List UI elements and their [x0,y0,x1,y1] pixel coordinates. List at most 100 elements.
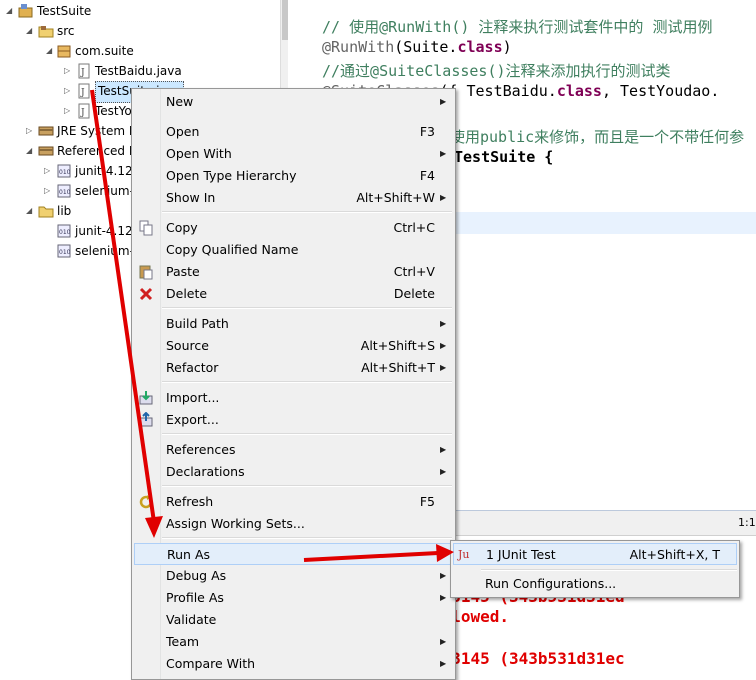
export-icon [138,411,154,428]
submenu-arrow-icon: ▶ [440,193,447,202]
menu-item-debug-as[interactable]: Debug As ▶ [134,565,453,587]
menu-separator [481,569,737,571]
menu-item-open-type-hierarchy[interactable]: Open Type Hierarchy F4 [134,165,453,187]
menu-item-team[interactable]: Team ▶ [134,631,453,653]
tree-expanded-icon[interactable]: ◢ [46,47,54,55]
menu-item-refresh[interactable]: Refresh F5 [134,491,453,513]
run-as-submenu: Ju 1 JUnit Test Alt+Shift+X, T Run Configur… [450,540,740,598]
java-file-icon: J [76,103,92,119]
menu-item-label: Import... [166,390,220,405]
submenu-arrow-icon: ▶ [441,550,448,559]
menu-separator [162,211,452,213]
tree-collapsed-icon[interactable]: ▷ [44,187,52,195]
menu-item-label: Paste [166,264,200,279]
menu-item-run-configurations[interactable]: Run Configurations... [453,573,737,595]
svg-text:J: J [80,88,85,98]
menu-item-label: Run Configurations... [485,576,617,591]
menu-item-validate[interactable]: Validate [134,609,453,631]
menu-item-show-in[interactable]: Show In Alt+Shift+W ▶ [134,187,453,209]
menu-item-copy[interactable]: Copy Ctrl+C [134,217,453,239]
menu-item-shortcut: Alt+Shift+W [356,190,435,205]
submenu-arrow-icon: ▶ [440,319,447,328]
menu-item-junit-test[interactable]: Ju 1 JUnit Test Alt+Shift+X, T [453,543,737,565]
submenu-arrow-icon: ▶ [440,571,447,580]
svg-text:010: 010 [59,169,71,176]
tree-item[interactable]: TestBaidu.java [95,61,182,81]
menu-item-shortcut: Alt+Shift+T [361,360,435,375]
menu-item-shortcut: Alt+Shift+X, T [629,547,720,562]
menu-item-shortcut: Ctrl+C [393,220,435,235]
submenu-arrow-icon: ▶ [440,467,447,476]
menu-item-label: Copy [166,220,198,235]
menu-item-paste[interactable]: Paste Ctrl+V [134,261,453,283]
menu-item-shortcut: F4 [419,168,435,183]
menu-item-assign-working-sets[interactable]: Assign Working Sets... [134,513,453,535]
menu-item-label: Open Type Hierarchy [166,168,297,183]
tree-expanded-icon[interactable]: ◢ [26,207,34,215]
junit-icon: Ju [458,548,470,561]
tree-expanded-icon[interactable]: ◢ [26,27,34,35]
folder-icon [38,203,54,219]
code-comment-line: 使用public来修饰，而且是一个不带任何参 [450,128,745,146]
tree-item[interactable]: TestSuite [37,1,91,21]
code-comment-line: //通过@SuiteClasses()注释来添加执行的测试类 [322,62,671,80]
menu-separator [162,537,452,539]
tree-collapsed-icon[interactable]: ▷ [64,107,72,115]
tree-collapsed-icon[interactable]: ▷ [26,127,34,135]
annotation-text: @RunWith [322,38,395,56]
refresh-icon [138,494,154,510]
menu-item-label: 1 JUnit Test [486,547,556,562]
code-text: (Suite. [394,38,458,56]
menu-separator [162,485,452,487]
menu-item-shortcut: Ctrl+V [393,264,435,279]
svg-text:010: 010 [59,249,71,256]
submenu-arrow-icon: ▶ [440,363,447,372]
tree-collapsed-icon[interactable]: ▷ [64,87,72,95]
context-menu: New ▶ Open F3 Open With ▶ Open Type Hierarchy F… [131,88,456,680]
menu-item-import[interactable]: Import... [134,387,453,409]
menu-item-new[interactable]: New ▶ [134,91,453,113]
tree-item[interactable]: com.suite [75,41,134,61]
menu-item-build-path[interactable]: Build Path ▶ [134,313,453,335]
menu-item-compare-with[interactable]: Compare With ▶ [134,653,453,675]
menu-item-run-as[interactable]: Run As ▶ [134,543,453,565]
java-file-icon: J [76,83,92,99]
tree-collapsed-icon[interactable]: ▷ [44,167,52,175]
menu-item-label: Compare With [166,656,256,671]
svg-text:J: J [80,108,85,118]
menu-separator [162,381,452,383]
tree-expanded-icon[interactable]: ◢ [26,147,34,155]
menu-item-export[interactable]: Export... [134,409,453,431]
menu-item-label: Build Path [166,316,229,331]
menu-item-refactor[interactable]: Refactor Alt+Shift+T ▶ [134,357,453,379]
menu-item-open-with[interactable]: Open With ▶ [134,143,453,165]
jar-icon: 010 [56,183,72,199]
menu-item-label: Copy Qualified Name [166,242,299,257]
menu-item-declarations[interactable]: Declarations ▶ [134,461,453,483]
menu-item-delete[interactable]: Delete Delete [134,283,453,305]
submenu-arrow-icon: ▶ [440,341,447,350]
menu-item-profile-as[interactable]: Profile As ▶ [134,587,453,609]
tree-item[interactable]: lib [57,201,71,221]
tree-item[interactable]: src [57,21,75,41]
code-line-runwith: @RunWith(Suite.class) [322,38,512,56]
jar-icon: 010 [56,243,72,259]
tree-expanded-icon[interactable]: ◢ [6,7,14,15]
menu-item-label: Debug As [166,568,227,583]
library-icon [38,123,54,139]
menu-item-label: New [166,94,194,109]
code-comment-line: // 使用@RunWith() 注释来执行测试套件中的 测试用例 [322,18,713,36]
submenu-arrow-icon: ▶ [440,593,447,602]
source-folder-icon [38,23,54,39]
menu-item-source[interactable]: Source Alt+Shift+S ▶ [134,335,453,357]
menu-item-label: Open With [166,146,232,161]
menu-item-copy-qualified-name[interactable]: Copy Qualified Name [134,239,453,261]
menu-item-references[interactable]: References ▶ [134,439,453,461]
tree-collapsed-icon[interactable]: ▷ [64,67,72,75]
menu-item-label: References [166,442,236,457]
keyword-text: class [556,82,602,100]
library-icon [38,143,54,159]
console-tab-fragment: 1:1 [738,516,756,529]
menu-item-shortcut: Alt+Shift+S [360,338,435,353]
menu-item-open[interactable]: Open F3 [134,121,453,143]
